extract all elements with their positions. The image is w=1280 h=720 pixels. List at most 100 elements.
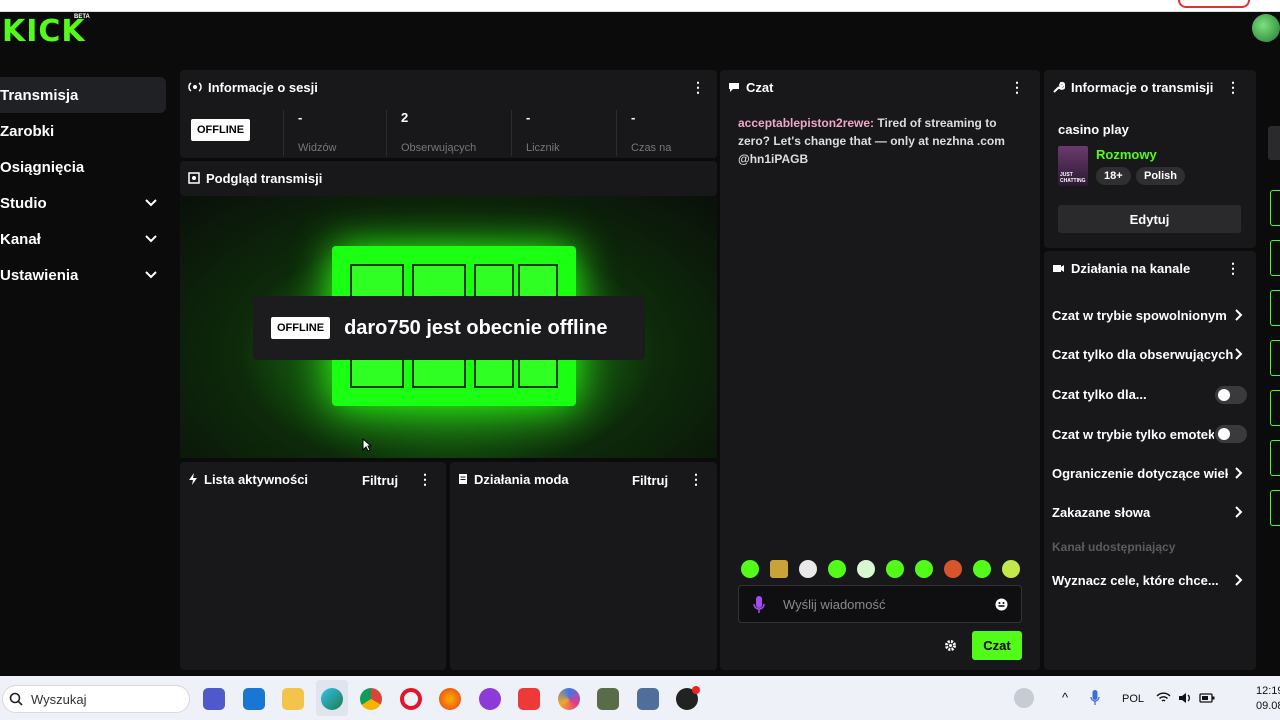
app-icon[interactable]: [479, 688, 501, 710]
emote-icon[interactable]: [799, 560, 817, 578]
emote-icon[interactable]: [944, 560, 962, 578]
battery-icon[interactable]: [1199, 692, 1215, 704]
firefox-icon[interactable]: [439, 688, 461, 710]
app-icon[interactable]: [597, 688, 619, 710]
sidebar-item-transmisja[interactable]: Transmisja: [0, 77, 166, 113]
edge-browser-icon[interactable]: [321, 688, 343, 710]
more-options-icon[interactable]: ⋮: [1226, 260, 1240, 277]
emote-icon[interactable]: [857, 560, 875, 578]
language-indicator[interactable]: POL: [1122, 693, 1144, 705]
user-avatar[interactable]: [1252, 14, 1280, 42]
sidebar-item-label: Studio: [0, 194, 47, 212]
stat-time: - Czas na: [616, 110, 671, 156]
goals-item[interactable]: Wyznacz cele, które chce...: [1052, 573, 1248, 588]
sidebar-item-zarobki[interactable]: Zarobki: [0, 113, 166, 149]
sidebar-item-label: Ustawienia: [0, 266, 79, 284]
emote-only-item: Czat w trybie tylko emotek: [1052, 427, 1214, 442]
session-info-panel: Informacje o sesji ⋮ OFFLINE - Widzów 2 Ob…: [180, 70, 717, 158]
preview-icon: [188, 172, 200, 184]
category-thumbnail[interactable]: JUST CHATTING: [1058, 146, 1088, 186]
browser-top-strip: [0, 0, 1280, 12]
volume-icon[interactable]: [1178, 692, 1192, 704]
sidebar-item-label: Kanał: [0, 230, 41, 248]
session-info-title: Informacje o sesji: [208, 79, 318, 95]
edge-item[interactable]: [1270, 290, 1280, 326]
taskbar-search-label: Wyszukaj: [31, 691, 87, 707]
emote-icon[interactable]: [828, 560, 846, 578]
subscribers-only-toggle[interactable]: [1215, 386, 1247, 404]
host-channel-item: Kanał udostępniający: [1052, 540, 1176, 554]
file-explorer-icon[interactable]: [282, 688, 304, 710]
gear-icon[interactable]: [944, 639, 957, 652]
edge-button[interactable]: [1268, 126, 1280, 160]
tag-18plus[interactable]: 18+: [1096, 167, 1131, 185]
broadcast-icon: [188, 82, 202, 92]
emote-icon[interactable]: [741, 560, 759, 578]
browser-icon[interactable]: [558, 688, 580, 710]
mod-actions-panel: Działania moda Filtruj ⋮: [450, 462, 717, 670]
chat-input[interactable]: Wyślij wiadomość: [738, 585, 1022, 623]
microphone-tray-icon[interactable]: [1090, 690, 1100, 706]
emoji-icon[interactable]: [995, 598, 1008, 611]
wifi-icon[interactable]: [1156, 692, 1171, 704]
chevron-up-icon[interactable]: ^: [1062, 690, 1068, 705]
slow-mode-item[interactable]: Czat w trybie spowolnionym: [1052, 308, 1248, 323]
offline-badge: OFFLINE: [191, 119, 251, 141]
vivaldi-icon[interactable]: [518, 688, 540, 710]
emote-icon[interactable]: [770, 560, 788, 578]
chevron-down-icon: [145, 271, 157, 279]
more-options-icon[interactable]: ⋮: [691, 79, 705, 96]
camera-icon[interactable]: [637, 688, 659, 710]
emote-only-toggle[interactable]: [1215, 425, 1247, 443]
more-options-icon[interactable]: ⋮: [418, 471, 432, 488]
chat-bubble-icon: [729, 83, 739, 92]
taskbar-search[interactable]: Wyszukaj: [2, 685, 190, 713]
emote-icon[interactable]: [973, 560, 991, 578]
more-options-icon[interactable]: ⋮: [1226, 79, 1240, 96]
sidebar-item-studio[interactable]: Studio: [0, 185, 166, 221]
sidebar-item-osiagniecia[interactable]: Osiągnięcia: [0, 149, 166, 185]
category-link[interactable]: Rozmowy: [1096, 147, 1157, 162]
mail-icon[interactable]: [243, 688, 265, 710]
weather-icon[interactable]: [1014, 688, 1034, 708]
banned-words-item[interactable]: Zakazane słowa: [1052, 505, 1248, 520]
more-options-icon[interactable]: ⋮: [689, 471, 703, 488]
chat-username[interactable]: acceptablepiston2rewe:: [738, 116, 874, 130]
chevron-right-icon: [1235, 506, 1243, 518]
edit-button[interactable]: Edytuj: [1058, 205, 1241, 233]
stream-info-panel: Informacje o transmisji ⋮ casino play JU…: [1044, 70, 1256, 248]
chevron-right-icon: [1235, 309, 1243, 321]
emote-icon[interactable]: [915, 560, 933, 578]
mod-filter-button[interactable]: Filtruj: [632, 473, 668, 488]
more-options-icon[interactable]: ⋮: [1010, 79, 1024, 96]
stream-preview[interactable]: OFFLINE daro750 jest obecnie offline: [180, 196, 717, 458]
edge-item[interactable]: [1270, 190, 1280, 226]
stat-counter: - Licznik: [511, 110, 560, 156]
emote-icon[interactable]: [1002, 560, 1020, 578]
tag-language[interactable]: Polish: [1136, 167, 1186, 185]
mod-actions-title: Działania moda: [474, 471, 569, 487]
edge-item[interactable]: [1270, 390, 1280, 426]
edge-item[interactable]: [1270, 440, 1280, 476]
edge-item[interactable]: [1270, 240, 1280, 276]
teams-icon[interactable]: [203, 688, 225, 710]
sidebar-item-ustawienia[interactable]: Ustawienia: [0, 257, 166, 293]
emote-icon[interactable]: [886, 560, 904, 578]
opera-icon[interactable]: [400, 688, 422, 710]
chevron-right-icon: [1235, 467, 1243, 479]
edge-item[interactable]: [1270, 340, 1280, 376]
chrome-icon[interactable]: [360, 688, 382, 710]
chat-panel: Czat ⋮ acceptablepiston2rewe: Tired of s…: [720, 70, 1040, 670]
sidebar-item-kanal[interactable]: Kanał: [0, 221, 166, 257]
offline-message: daro750 jest obecnie offline: [344, 316, 608, 339]
stream-info-title: Informacje o transmisji: [1071, 79, 1214, 95]
activity-filter-button[interactable]: Filtruj: [362, 473, 398, 488]
microphone-icon[interactable]: [753, 596, 765, 614]
clock-date[interactable]: 09.08.2025: [1256, 700, 1280, 712]
followers-only-item[interactable]: Czat tylko dla obserwujących: [1052, 347, 1242, 362]
browser-profile-pill[interactable]: [1178, 0, 1250, 8]
edge-item[interactable]: [1270, 490, 1280, 526]
clock-time[interactable]: 12:19: [1256, 685, 1280, 697]
age-restriction-item[interactable]: Ograniczenie dotyczące wieku: [1052, 466, 1228, 481]
send-chat-button[interactable]: Czat: [972, 631, 1022, 660]
